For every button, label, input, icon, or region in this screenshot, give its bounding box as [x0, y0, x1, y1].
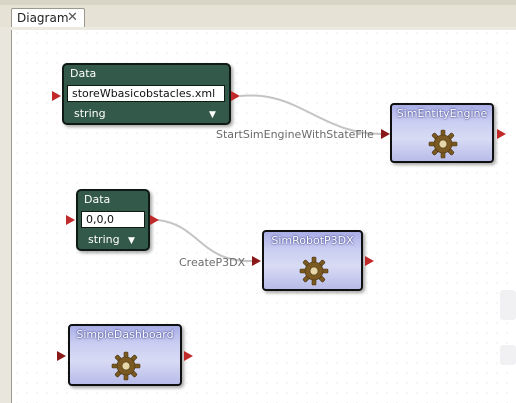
connection-label: StartSimEngineWithStateFile	[216, 128, 374, 141]
data-value-field[interactable]: 0,0,0	[81, 211, 145, 228]
data-node[interactable]: Data storeWbasicobstacles.xml string ▼	[62, 63, 231, 125]
service-node[interactable]: SimEntityEngine	[390, 103, 494, 163]
service-output-port[interactable]	[497, 129, 506, 139]
data-node-title: Data	[70, 67, 97, 80]
gear-icon	[299, 256, 329, 286]
service-input-port[interactable]	[252, 256, 261, 266]
service-output-port[interactable]	[184, 351, 193, 361]
data-type-select[interactable]: string	[88, 233, 120, 246]
service-output-port[interactable]	[365, 256, 374, 266]
connection-wire[interactable]	[157, 219, 253, 263]
service-node[interactable]: SimpleDashboard	[68, 324, 182, 386]
data-output-port[interactable]	[150, 215, 159, 225]
chevron-down-icon[interactable]: ▼	[128, 236, 135, 246]
service-name: SimpleDashboard	[76, 328, 174, 341]
gear-icon	[428, 129, 458, 159]
service-input-port[interactable]	[381, 129, 390, 139]
connection-label: CreateP3DX	[179, 256, 246, 269]
data-output-port[interactable]	[231, 91, 240, 101]
service-node[interactable]: SimRobotP3DX	[262, 230, 363, 291]
service-name: SimRobotP3DX	[271, 234, 354, 247]
chevron-down-icon[interactable]: ▼	[209, 110, 216, 120]
service-input-port[interactable]	[57, 351, 66, 361]
gear-icon	[111, 351, 141, 381]
data-value-field[interactable]: storeWbasicobstacles.xml	[67, 85, 225, 102]
data-node[interactable]: Data 0,0,0 string ▼	[76, 189, 150, 251]
data-node-title: Data	[84, 193, 111, 206]
data-input-port[interactable]	[52, 91, 61, 101]
data-input-port[interactable]	[66, 215, 75, 225]
data-type-select[interactable]: string	[74, 107, 106, 120]
service-name: SimEntityEngine	[396, 107, 488, 120]
